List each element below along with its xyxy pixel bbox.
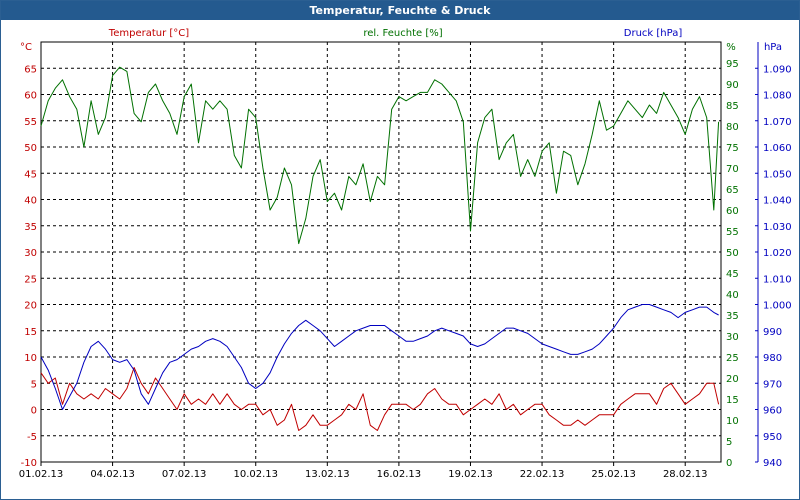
pressure-tick-label: 950 [763,432,782,443]
temperature-tick-label: 20 [24,301,37,312]
x-tick-label: 25.02.13 [591,469,636,480]
temperature-tick-label: 65 [24,64,37,75]
humidity-tick-label: 15 [726,395,739,406]
temperature-unit: °C [20,42,32,53]
x-tick-label: 13.02.13 [305,469,350,480]
pressure-tick-label: 1.090 [763,64,792,75]
pressure-tick-label: 1.080 [763,91,792,102]
pressure-tick-label: 990 [763,327,782,338]
temperature-tick-label: 15 [24,327,37,338]
humidity-tick-label: 70 [726,164,739,175]
temperature-tick-label: 55 [24,117,37,128]
chart-plot: -10-50510152025303540455055606501.02.13 0… [19,28,792,480]
temperature-tick-label: 5 [31,379,37,390]
temperature-tick-label: 0 [31,406,37,417]
humidity-tick-label: 5 [726,437,732,448]
x-tick-label: 22.02.13 [520,469,565,480]
pressure-tick-label: 1.070 [763,117,792,128]
pressure-tick-label: 1.060 [763,143,792,154]
x-tick-label: 28.02.13 [663,469,708,480]
pressure-tick-label: 1.000 [763,301,792,312]
temperature-tick-label: 50 [24,143,37,154]
humidity-tick-label: 35 [726,311,739,322]
x-tick-label: 19.02.13 [448,469,493,480]
humidity-tick-label: 95 [726,59,739,70]
temperature-tick-label: 25 [24,274,37,285]
temperature-tick-label: 30 [24,248,37,259]
humidity-tick-label: 65 [726,185,739,196]
x-tick-label: 04.02.13 [90,469,135,480]
pressure-axis-label: Druck [hPa] [624,28,683,39]
chart-title: Temperatur, Feuchte & Druck [1,1,799,20]
x-tick-label: 10.02.13 [233,469,278,480]
temperature-tick-label: 60 [24,91,37,102]
temperature-tick-label: 35 [24,222,37,233]
pressure-tick-label: 940 [763,458,782,469]
humidity-tick-label: 20 [726,374,739,385]
x-tick-label: 16.02.13 [377,469,422,480]
x-tick-label: 01.02.13 [19,469,64,480]
humidity-tick-label: 85 [726,101,739,112]
humidity-tick-label: 90 [726,80,739,91]
temperature-tick-label: 10 [24,353,37,364]
x-tick-label: 07.02.13 [162,469,207,480]
humidity-axis-label: rel. Feuchte [%] [363,28,442,39]
humidity-tick-label: 0 [726,458,732,469]
pressure-tick-label: 960 [763,406,782,417]
temperature-tick-label: 40 [24,196,37,207]
pressure-tick-label: 980 [763,353,782,364]
pressure-unit: hPa [764,42,782,53]
humidity-tick-label: 75 [726,143,739,154]
humidity-tick-label: 55 [726,227,739,238]
humidity-tick-label: 50 [726,248,739,259]
pressure-tick-label: 970 [763,379,782,390]
pressure-tick-label: 1.050 [763,169,792,180]
temperature-tick-label: -10 [21,458,37,469]
temperature-tick-label: 45 [24,169,37,180]
pressure-tick-label: 1.020 [763,248,792,259]
humidity-tick-label: 40 [726,290,739,301]
humidity-unit: % [726,42,736,53]
humidity-tick-label: 80 [726,122,739,133]
pressure-tick-label: 1.030 [763,222,792,233]
pressure-tick-label: 1.010 [763,274,792,285]
humidity-tick-label: 25 [726,353,739,364]
chart-window: Temperatur, Feuchte & Druck -10 -5 0 5 10 15 2… [0,0,800,500]
temperature-axis-label: Temperatur [°C] [108,28,189,39]
humidity-tick-label: 10 [726,416,739,427]
temperature-tick-label: -5 [27,432,37,443]
pressure-tick-label: 1.040 [763,196,792,207]
humidity-tick-label: 45 [726,269,739,280]
humidity-tick-label: 60 [726,206,739,217]
humidity-tick-label: 30 [726,332,739,343]
